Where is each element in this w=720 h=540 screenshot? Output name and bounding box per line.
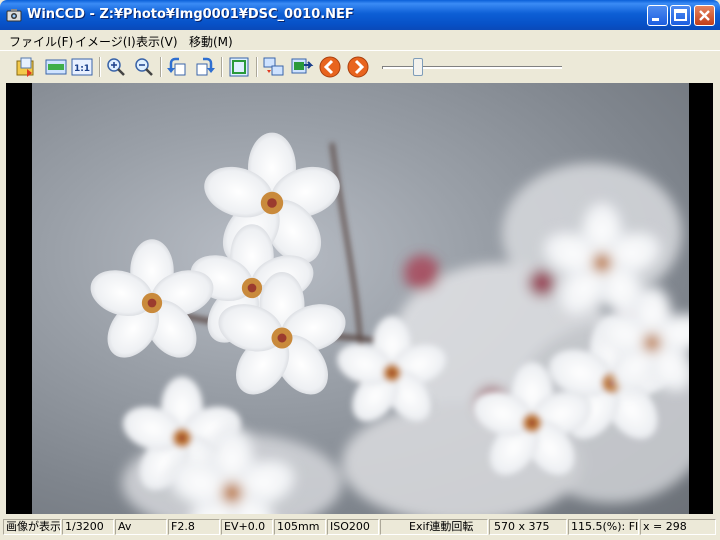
status-focal-length: 105mm	[274, 519, 326, 535]
status-coordinate: x = 298	[640, 519, 716, 535]
status-aperture: F2.8	[168, 519, 220, 535]
maximize-icon	[674, 9, 687, 21]
photo	[32, 83, 689, 514]
menu-file[interactable]: ファイル(F)	[9, 33, 73, 50]
fit-width-button[interactable]	[44, 55, 68, 79]
cherry-blossom-photo	[84, 132, 689, 514]
status-bar: 画像が表示 1/3200 Av F2.8 EV+0.0 105mm ISO200…	[0, 516, 720, 540]
slideshow-button[interactable]	[262, 55, 286, 79]
next-icon	[347, 56, 369, 78]
actual-size-icon: 1:1	[71, 58, 93, 76]
zoom-out-button[interactable]	[132, 55, 156, 79]
close-icon	[699, 10, 710, 21]
previous-button[interactable]	[318, 55, 342, 79]
status-dimensions: 570 x 375	[489, 519, 567, 535]
export-button[interactable]	[290, 55, 314, 79]
camera-icon[interactable]	[6, 7, 22, 23]
toolbar-separator	[256, 57, 258, 77]
zoom-slider-thumb[interactable]	[412, 58, 423, 76]
zoom-out-icon	[135, 58, 153, 76]
toolbar: 1:1	[0, 50, 720, 82]
title-bar[interactable]: WinCCD - Z:¥Photo¥Img0001¥DSC_0010.NEF	[0, 0, 720, 30]
zoom-in-button[interactable]	[104, 55, 128, 79]
rotate-left-icon	[167, 57, 186, 76]
menu-view[interactable]: 表示(V)	[136, 33, 178, 50]
rotate-right-button[interactable]	[193, 55, 217, 79]
slideshow-icon	[263, 57, 284, 76]
maximize-button[interactable]	[670, 5, 691, 26]
open-folder-icon	[16, 57, 34, 77]
export-icon	[291, 58, 314, 74]
svg-text:1:1: 1:1	[74, 64, 90, 74]
menu-image[interactable]: イメージ(I)	[75, 33, 136, 50]
actual-size-button[interactable]: 1:1	[70, 55, 94, 79]
close-button[interactable]	[694, 5, 715, 26]
toolbar-separator	[99, 57, 101, 77]
fit-window-button[interactable]	[227, 55, 251, 79]
next-button[interactable]	[346, 55, 370, 79]
toolbar-separator	[221, 57, 223, 77]
image-viewer[interactable]	[6, 83, 713, 514]
status-zoom: 115.5(%): FIT	[568, 519, 639, 535]
status-exposure: EV+0.0	[221, 519, 273, 535]
previous-icon	[319, 56, 341, 78]
open-folder-button[interactable]	[14, 55, 38, 79]
fit-window-icon	[229, 57, 249, 77]
status-message: 画像が表示	[3, 519, 61, 535]
status-shutter: 1/3200	[62, 519, 114, 535]
toolbar-separator	[160, 57, 162, 77]
status-exif-rotation: Exif連動回転	[380, 519, 488, 535]
fit-width-icon	[45, 59, 67, 75]
menu-bar: ファイル(F) イメージ(I) 表示(V) 移動(M)	[0, 30, 720, 50]
minimize-button[interactable]	[647, 5, 668, 26]
menu-move[interactable]: 移動(M)	[189, 33, 233, 50]
minimize-icon	[652, 18, 659, 21]
status-mode: Av	[115, 519, 167, 535]
rotate-right-icon	[196, 57, 215, 76]
status-iso: ISO200	[327, 519, 379, 535]
zoom-slider-track[interactable]	[382, 66, 562, 69]
window-title: WinCCD - Z:¥Photo¥Img0001¥DSC_0010.NEF	[27, 7, 354, 22]
rotate-left-button[interactable]	[165, 55, 189, 79]
zoom-in-icon	[107, 58, 125, 76]
